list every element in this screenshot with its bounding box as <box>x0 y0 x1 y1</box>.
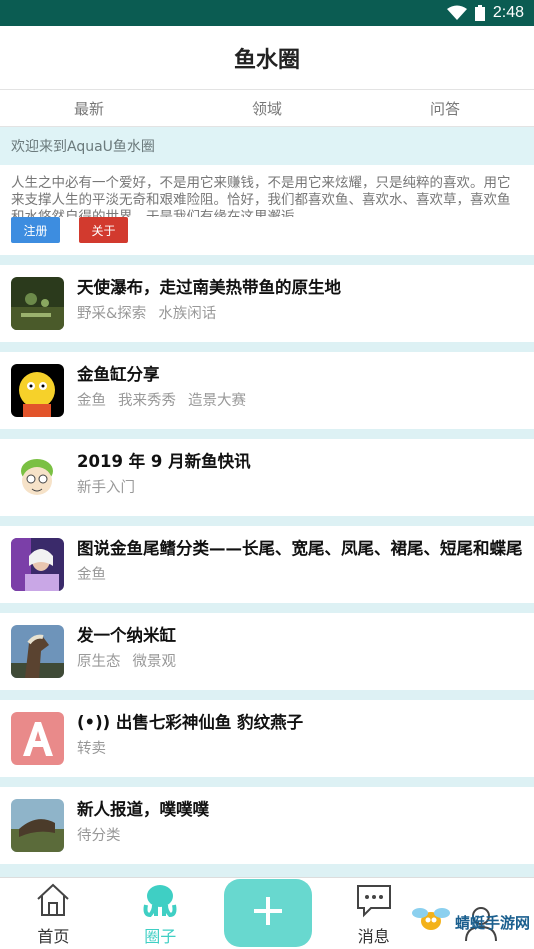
post-thumbnail <box>11 712 64 765</box>
tab-latest[interactable]: 最新 <box>0 90 178 126</box>
post-title: (•)) 出售七彩神仙鱼 豹纹燕子 <box>77 712 523 734</box>
tab-qa[interactable]: 问答 <box>356 90 534 126</box>
nav-circle-label: 圈子 <box>144 927 177 946</box>
nav-home-label: 首页 <box>37 927 70 946</box>
post-title: 新人报道，噗噗噗 <box>77 800 209 819</box>
post-tag[interactable]: 金鱼 <box>77 389 106 410</box>
register-button[interactable]: 注册 <box>11 217 60 243</box>
octopus-icon <box>140 881 180 923</box>
post-title: 图说金鱼尾鳍分类——长尾、宽尾、凤尾、裙尾、短尾和蝶尾 <box>77 539 523 558</box>
post-tag[interactable]: 转卖 <box>77 737 106 758</box>
post-title: 金鱼缸分享 <box>77 365 160 384</box>
post-item[interactable]: 天使瀑布，走过南美热带鱼的原生地 野采&探索 水族闲话 <box>0 265 534 342</box>
post-title: 发一个纳米缸 <box>77 626 176 645</box>
post-thumbnail <box>11 625 64 678</box>
watermark: 蜻蜓手游网 <box>411 903 530 941</box>
post-title: 2019 年 9 月新鱼快讯 <box>77 452 251 471</box>
post-item[interactable]: 新人报道，噗噗噗 待分类 <box>0 787 534 864</box>
about-button[interactable]: 关于 <box>79 217 128 243</box>
status-time: 2:48 <box>492 4 524 21</box>
tab-bar: 最新 领域 问答 <box>0 89 534 127</box>
post-tag[interactable]: 水族闲话 <box>158 302 216 323</box>
post-thumbnail <box>11 799 64 852</box>
post-tag[interactable]: 金鱼 <box>77 563 106 584</box>
post-thumbnail <box>11 451 64 504</box>
battery-icon <box>474 5 485 21</box>
home-icon <box>34 881 72 923</box>
post-thumbnail <box>11 277 64 330</box>
post-item[interactable]: 发一个纳米缸 原生态 微景观 <box>0 613 534 690</box>
post-item[interactable]: 2019 年 9 月新鱼快讯 新手入门 <box>0 439 534 516</box>
post-tag[interactable]: 原生态 <box>77 650 121 671</box>
broadcast-icon: (•)) <box>77 713 111 732</box>
message-icon <box>355 881 393 923</box>
post-title: 天使瀑布，走过南美热带鱼的原生地 <box>77 278 341 297</box>
watermark-text: 蜻蜓手游网 <box>454 913 530 932</box>
welcome-text: 人生之中必有一个爱好，不是用它来赚钱，不是用它来炫耀，只是纯粹的喜欢。用它来支撑… <box>11 175 511 217</box>
status-bar: 2:48 <box>0 0 534 26</box>
nav-home[interactable]: 首页 <box>0 878 107 949</box>
post-thumbnail <box>11 538 64 591</box>
post-tag[interactable]: 我来秀秀 <box>118 389 176 410</box>
post-tag[interactable]: 造景大赛 <box>188 389 246 410</box>
post-tag[interactable]: 微景观 <box>133 650 177 671</box>
post-item[interactable]: 图说金鱼尾鳍分类——长尾、宽尾、凤尾、裙尾、短尾和蝶尾 金鱼 <box>0 526 534 603</box>
welcome-card: 欢迎来到AquaU鱼水圈 人生之中必有一个爱好，不是用它来赚钱，不是用它来炫耀，… <box>0 127 534 255</box>
post-thumbnail <box>11 364 64 417</box>
add-post-button[interactable] <box>224 879 312 947</box>
title-bar: 鱼水圈 <box>0 26 534 89</box>
page-title: 鱼水圈 <box>233 47 300 73</box>
post-item[interactable]: 金鱼缸分享 金鱼 我来秀秀 造景大赛 <box>0 352 534 429</box>
post-tag[interactable]: 新手入门 <box>77 476 135 497</box>
dragonfly-logo-icon <box>411 903 451 941</box>
plus-icon <box>251 894 285 932</box>
wifi-icon <box>446 5 467 21</box>
post-list: 天使瀑布，走过南美热带鱼的原生地 野采&探索 水族闲话 金鱼缸分享 金鱼 我来秀… <box>0 265 534 864</box>
post-title-text: 出售七彩神仙鱼 豹纹燕子 <box>115 713 304 732</box>
nav-circle[interactable]: 圈子 <box>107 878 214 949</box>
tab-domain[interactable]: 领域 <box>178 90 356 126</box>
post-item[interactable]: (•)) 出售七彩神仙鱼 豹纹燕子 转卖 <box>0 700 534 777</box>
post-tag[interactable]: 野采&探索 <box>77 302 146 323</box>
welcome-title: 欢迎来到AquaU鱼水圈 <box>0 127 534 165</box>
post-tag[interactable]: 待分类 <box>77 824 121 845</box>
nav-messages-label: 消息 <box>357 927 390 946</box>
